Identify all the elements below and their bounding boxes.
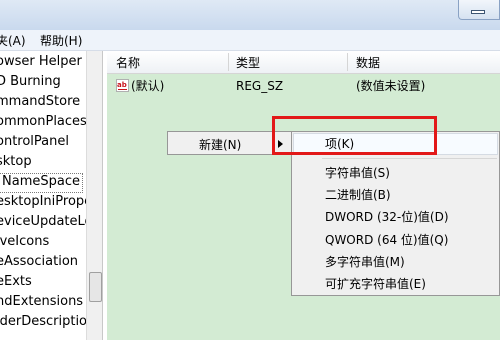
list-header: 名称 类型 数据	[107, 51, 500, 74]
new-submenu: 项(K) 字符串值(S) 二进制值(B) DWORD (32-位)值(D) QW…	[291, 131, 500, 296]
tree-item[interactable]: eviceUpdateLoc	[0, 213, 100, 231]
tree-item[interactable]: iveIcons	[0, 233, 49, 251]
tree-item[interactable]: D Burning	[0, 73, 61, 91]
menu-favorites[interactable]: 夹(A)	[0, 32, 26, 49]
tree-item[interactable]: esktopIniPrope	[0, 193, 92, 211]
submenu-item-dword[interactable]: DWORD (32-位)值(D)	[325, 208, 449, 226]
submenu-item-expandable-string[interactable]: 可扩充字符串值(E)	[325, 275, 426, 293]
tree-scrollbar[interactable]	[86, 51, 102, 340]
column-divider[interactable]	[347, 53, 348, 71]
tree-item[interactable]: eExts	[0, 273, 32, 291]
tree-item[interactable]: owser Helper O	[0, 53, 96, 71]
tree-item[interactable]: mmandStore	[0, 93, 80, 111]
red-highlight-box	[272, 116, 437, 155]
value-data: (数值未设置)	[356, 79, 426, 93]
column-header-data[interactable]: 数据	[356, 54, 380, 71]
registry-tree-pane: owser Helper O D Burning mmandStore ommo…	[0, 51, 103, 340]
submenu-item-binary[interactable]: 二进制值(B)	[325, 186, 391, 204]
tree-item[interactable]: ommonPlaces	[0, 113, 87, 131]
value-type: REG_SZ	[236, 79, 284, 93]
window-titlebar	[0, 0, 500, 30]
minimize-button[interactable]	[458, 0, 500, 20]
submenu-item-multistring[interactable]: 多字符串值(M)	[325, 253, 405, 271]
svg-text:ab: ab	[117, 81, 127, 89]
tree-item[interactable]: ontrolPanel	[0, 133, 69, 151]
menu-item-new[interactable]: 新建(N)	[199, 136, 241, 153]
menu-separator	[322, 158, 497, 159]
menu-bar: 夹(A) 帮助(H)	[0, 30, 500, 51]
submenu-item-string[interactable]: 字符串值(S)	[325, 164, 390, 182]
minimize-icon	[471, 10, 485, 14]
tree-item[interactable]: lderDescription	[0, 313, 95, 331]
tree-item[interactable]: eAssociation	[0, 253, 78, 271]
value-name[interactable]: (默认)	[131, 77, 164, 95]
tree-item[interactable]: sktop	[0, 153, 32, 171]
tree-item-selected[interactable]: NameSpace	[0, 173, 83, 193]
column-divider[interactable]	[228, 53, 229, 71]
scrollbar-thumb[interactable]	[89, 272, 102, 302]
tree-item[interactable]: ndExtensions	[0, 293, 83, 311]
string-value-icon: ab	[116, 79, 129, 92]
column-header-type[interactable]: 类型	[236, 54, 260, 71]
submenu-item-qword[interactable]: QWORD (64 位)值(Q)	[325, 231, 448, 249]
menu-help[interactable]: 帮助(H)	[40, 32, 82, 49]
column-header-name[interactable]: 名称	[116, 54, 140, 71]
